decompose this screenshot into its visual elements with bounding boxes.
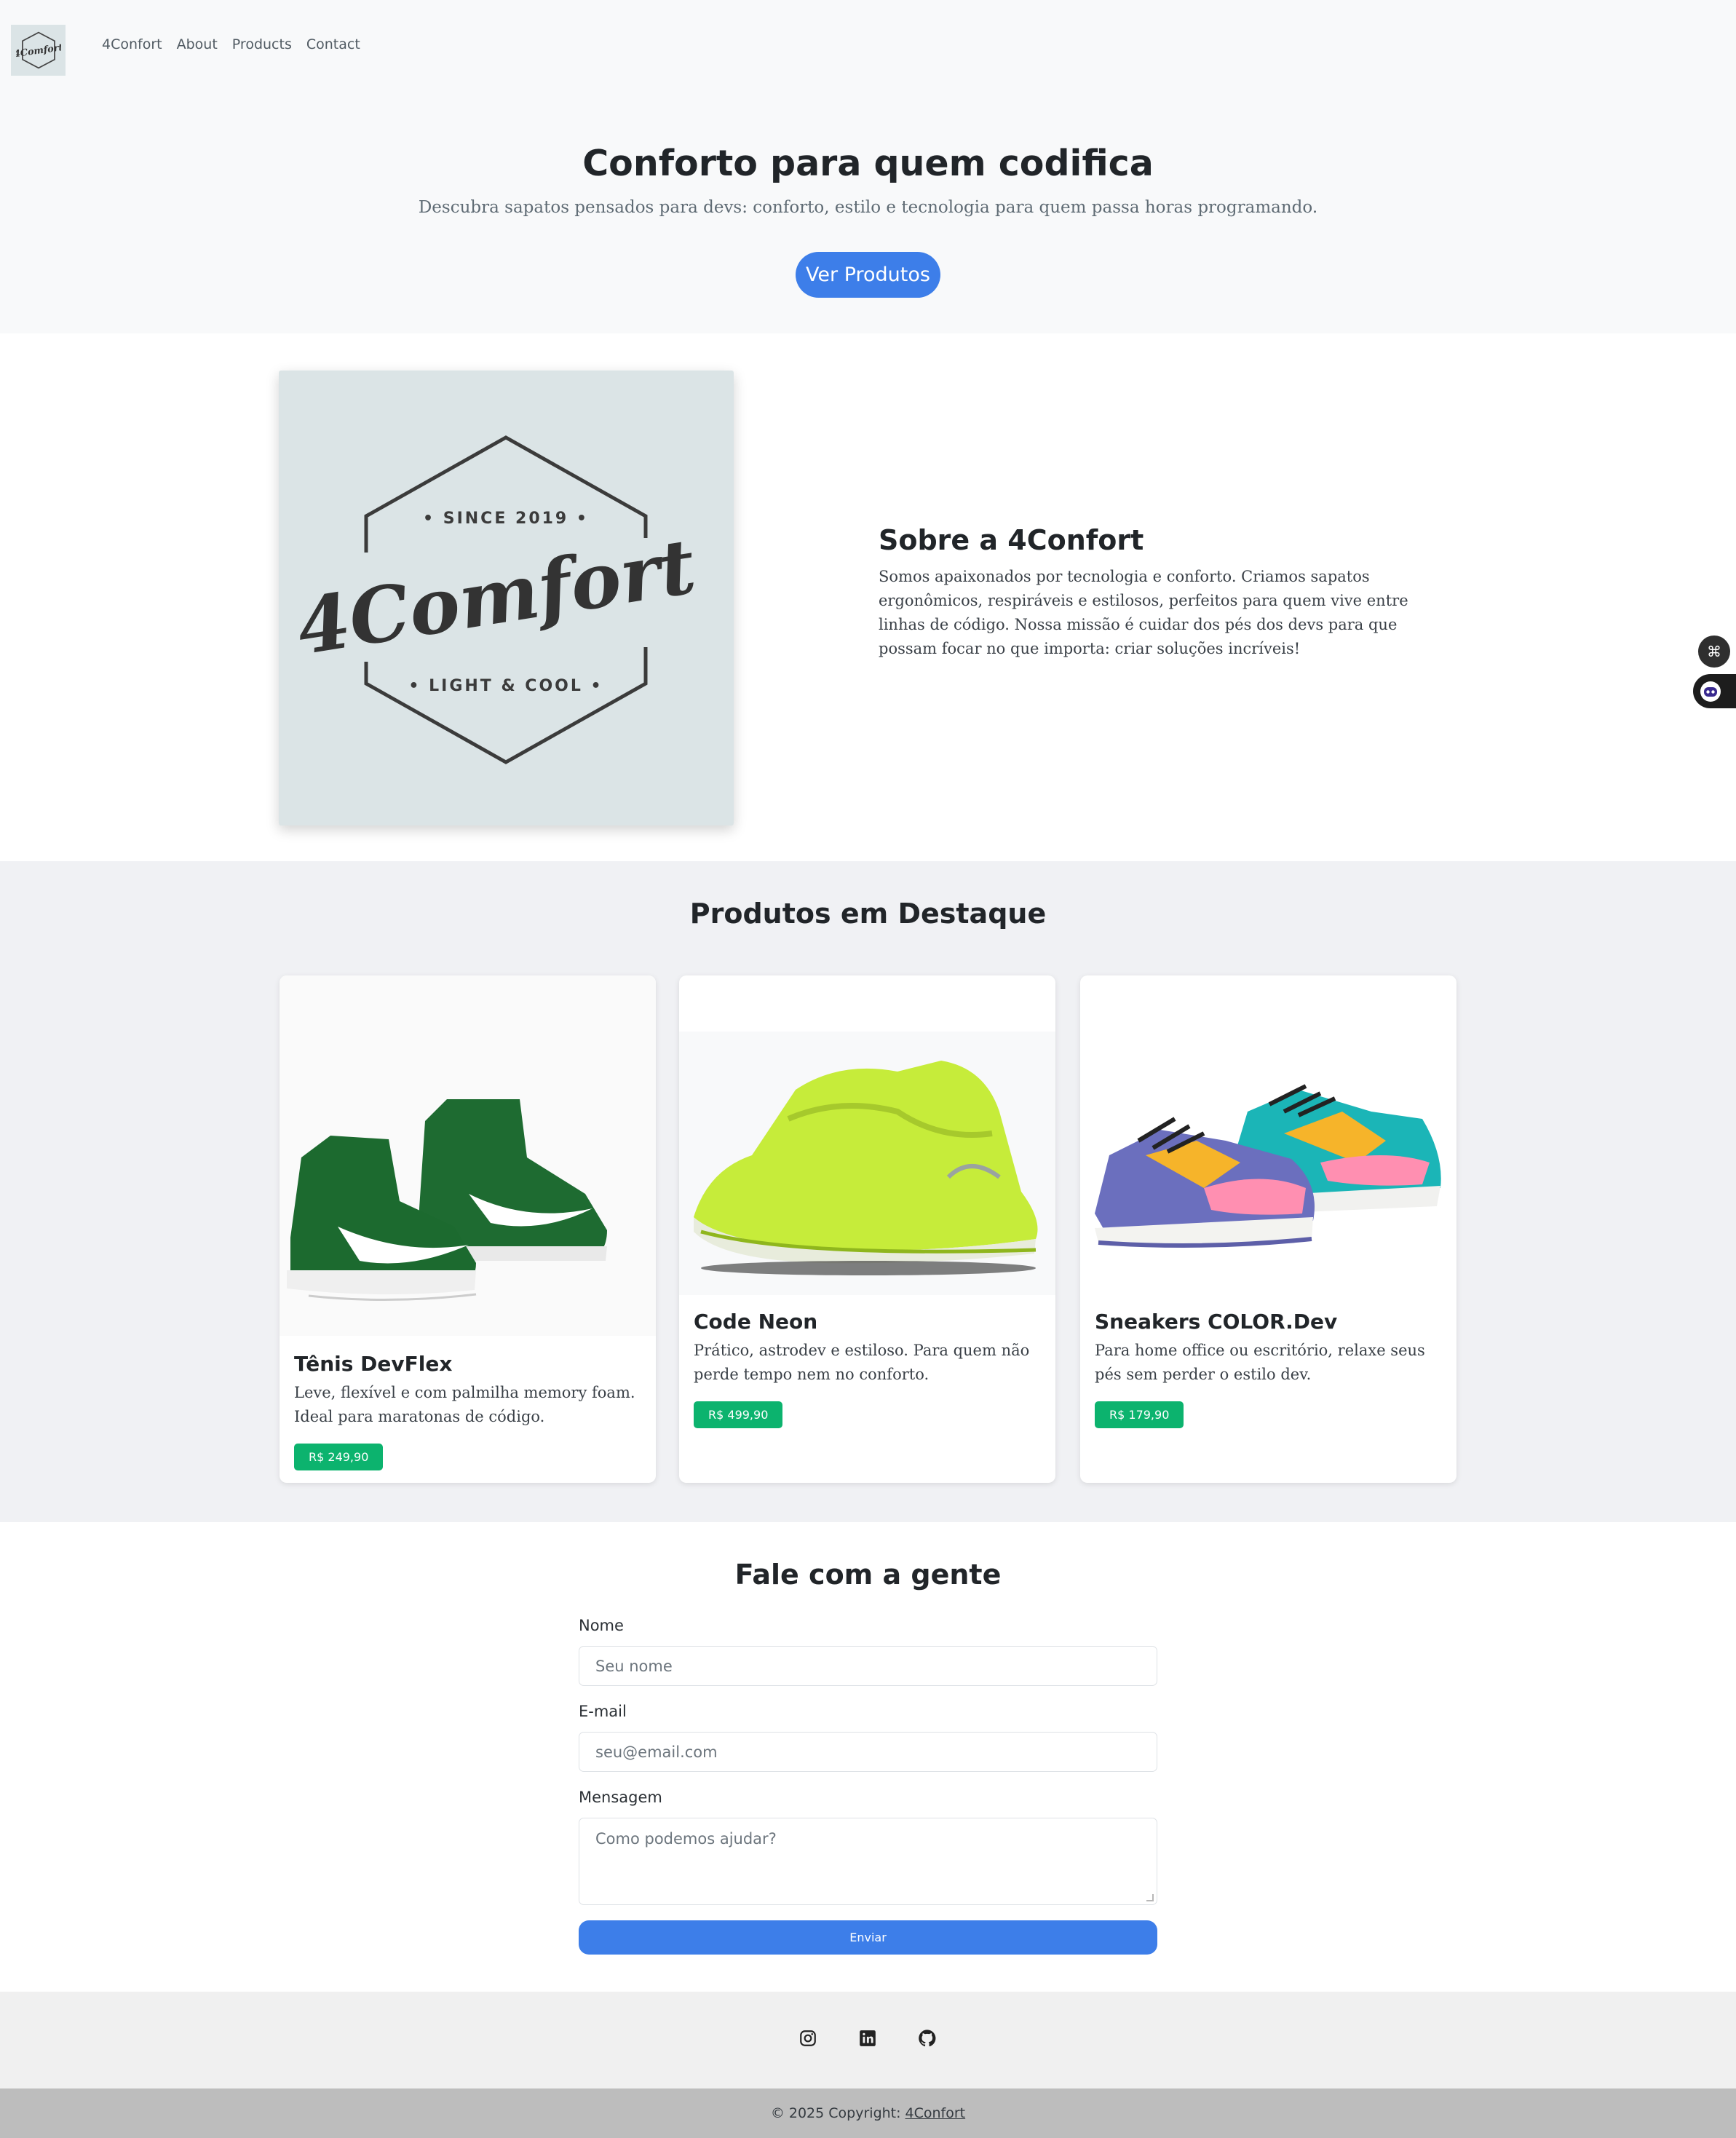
price-badge: R$ 179,90 xyxy=(1095,1401,1184,1428)
product-description: Prático, astrodev e estiloso. Para quem … xyxy=(694,1342,1030,1383)
copyright-bar: © 2025 Copyright: 4Confort xyxy=(0,2088,1736,2138)
about-logo-image: • SINCE 2019 • 4Comfort • LIGHT & COOL • xyxy=(279,371,734,825)
nav-link-brand[interactable]: 4Confort xyxy=(102,36,162,52)
email-label: E-mail xyxy=(579,1703,627,1720)
products-title: Produtos em Destaque xyxy=(689,898,1047,930)
github-icon[interactable] xyxy=(915,2026,940,2051)
footer xyxy=(0,1992,1736,2088)
contact-title: Fale com a gente xyxy=(734,1559,1002,1591)
navbar-logo[interactable]: 4Comfort xyxy=(11,25,66,76)
product-description: Para home office ou escritório, relaxe s… xyxy=(1095,1342,1425,1383)
navbar: 4Comfort 4Confort About Products Contact xyxy=(0,0,1736,95)
linkedin-icon[interactable] xyxy=(855,2026,880,2051)
products-section: Produtos em Destaque Tênis DevFlex Leve,… xyxy=(0,861,1736,1522)
nav-link-products[interactable]: Products xyxy=(232,36,292,52)
nav-link-contact[interactable]: Contact xyxy=(306,36,360,52)
about-text: Somos apaixonados por tecnologia e confo… xyxy=(879,568,1408,657)
product-card-sneakers-color-dev[interactable]: Sneakers COLOR.Dev Para home office ou e… xyxy=(1080,975,1456,1483)
about-title: Sobre a 4Confort xyxy=(879,524,1144,556)
command-menu-icon[interactable]: ⌘ xyxy=(1698,636,1730,668)
contact-section: Fale com a gente Nome Seu nome E-mail se… xyxy=(0,1522,1736,1992)
hero-subtitle: Descubra sapatos pensados para devs: con… xyxy=(418,198,1318,217)
message-placeholder: Como podemos ajudar? xyxy=(595,1830,777,1848)
nav-link-about[interactable]: About xyxy=(177,36,218,52)
product-name: Sneakers COLOR.Dev xyxy=(1095,1310,1338,1334)
product-card-devflex[interactable]: Tênis DevFlex Leve, flexível e com palmi… xyxy=(280,975,656,1483)
email-field[interactable]: seu@email.com xyxy=(579,1732,1157,1772)
price-badge: R$ 499,90 xyxy=(694,1401,783,1428)
brand-logo-icon: 4Comfort xyxy=(16,31,61,69)
message-label: Mensagem xyxy=(579,1789,662,1806)
colorful-sneaker-image xyxy=(1080,1032,1456,1295)
name-label: Nome xyxy=(579,1617,624,1634)
green-sneaker-image xyxy=(280,975,656,1336)
product-name: Tênis DevFlex xyxy=(294,1352,453,1376)
svg-text:4Comfort: 4Comfort xyxy=(290,521,701,673)
price-badge: R$ 249,90 xyxy=(294,1444,384,1470)
copyright-text: © 2025 Copyright: xyxy=(770,2105,901,2121)
send-button[interactable]: Enviar xyxy=(579,1920,1157,1955)
assistant-bot-icon[interactable] xyxy=(1693,674,1736,708)
svg-text:• LIGHT & COOL •: • LIGHT & COOL • xyxy=(408,677,603,695)
message-field[interactable]: Como podemos ajudar? xyxy=(579,1818,1157,1905)
view-products-button[interactable]: Ver Produtos xyxy=(796,252,940,298)
product-description: Leve, flexível e com palmilha memory foa… xyxy=(294,1384,635,1425)
email-placeholder: seu@email.com xyxy=(595,1743,718,1761)
name-field[interactable]: Seu nome xyxy=(579,1646,1157,1686)
name-placeholder: Seu nome xyxy=(595,1657,673,1675)
product-card-code-neon[interactable]: Code Neon Prático, astrodev e estiloso. … xyxy=(679,975,1055,1483)
nav-links: 4Confort About Products Contact xyxy=(102,36,360,52)
product-name: Code Neon xyxy=(694,1310,818,1334)
copyright-link[interactable]: 4Confort xyxy=(905,2105,966,2121)
resize-handle-icon[interactable] xyxy=(1146,1894,1154,1901)
svg-text:• SINCE 2019 •: • SINCE 2019 • xyxy=(423,510,589,528)
instagram-icon[interactable] xyxy=(796,2026,820,2051)
about-section: • SINCE 2019 • 4Comfort • LIGHT & COOL •… xyxy=(0,333,1736,861)
neon-sneaker-image xyxy=(679,1032,1055,1295)
hero-title: Conforto para quem codifica xyxy=(582,143,1154,184)
